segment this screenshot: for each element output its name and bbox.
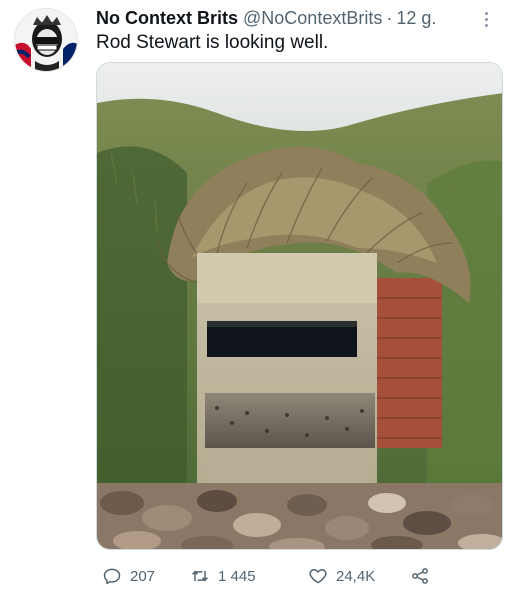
reply-count: 207 bbox=[130, 567, 156, 585]
like-count: 24,4K bbox=[336, 567, 376, 585]
tweet-timestamp[interactable]: 12 g. bbox=[396, 8, 436, 29]
retweet-button[interactable]: 1 445 bbox=[190, 566, 256, 586]
heart-icon bbox=[309, 569, 327, 584]
more-icon[interactable] bbox=[477, 8, 495, 30]
like-button[interactable]: 24,4K bbox=[308, 566, 375, 586]
retweet-count: 1 445 bbox=[218, 567, 256, 585]
reply-button[interactable]: 207 bbox=[102, 566, 155, 586]
tweet-header: No Context Brits @NoContextBrits · 12 g. bbox=[96, 6, 505, 30]
avatar-image bbox=[15, 9, 77, 71]
share-button[interactable] bbox=[410, 566, 438, 586]
tweet-card[interactable]: No Context Brits @NoContextBrits · 12 g.… bbox=[0, 0, 519, 600]
tweet-text: Rod Stewart is looking well. bbox=[96, 32, 329, 53]
tweet-actions: 207 1 445 24,4K bbox=[96, 560, 503, 594]
retweet-icon bbox=[191, 570, 209, 582]
separator-dot: · bbox=[386, 7, 393, 28]
reply-icon bbox=[103, 568, 121, 585]
author-display-name[interactable]: No Context Brits bbox=[96, 8, 238, 29]
avatar[interactable] bbox=[14, 8, 78, 72]
author-handle[interactable]: @NoContextBrits bbox=[243, 8, 382, 29]
tweet-media[interactable] bbox=[96, 62, 503, 550]
photo-pillbox-with-grass-hair bbox=[97, 63, 502, 549]
share-icon bbox=[412, 568, 428, 584]
